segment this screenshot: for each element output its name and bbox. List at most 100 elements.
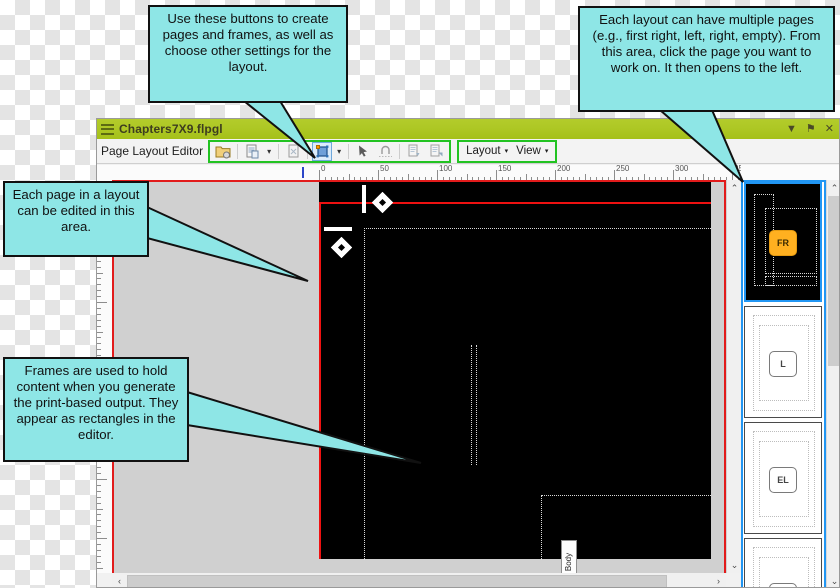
ruler-tick <box>97 331 103 333</box>
ruler-tick <box>97 296 101 298</box>
ruler-tick-label: 200 <box>557 165 571 173</box>
page-layout-editor-window: Chapters7X9.flpgl ▼ ⚑ ✕ Page Layout Edit… <box>96 118 840 588</box>
toolbar-separator <box>348 143 350 159</box>
window-title-bar: Chapters7X9.flpgl ▼ ⚑ ✕ <box>97 119 839 139</box>
callout-frames: Frames are used to hold content when you… <box>3 357 189 462</box>
callout-toolbar: Use these buttons to create pages and fr… <box>148 5 348 103</box>
toolbar-separator <box>278 143 280 159</box>
page-layout-editor-label: Page Layout Editor <box>101 144 204 158</box>
editor-toolbar: Page Layout Editor ▾ ▾ Layout ▾ View ▾ <box>97 139 839 164</box>
thumb-scroll-up-arrow[interactable]: ⌃ <box>827 180 839 196</box>
select-tool-button[interactable] <box>353 142 373 161</box>
new-frame-button[interactable] <box>312 141 333 161</box>
frame-guide-top <box>364 228 711 229</box>
new-frame-dropdown-caret[interactable]: ▾ <box>333 142 345 161</box>
snap-to-guides-button[interactable] <box>375 142 395 161</box>
frame-guide-left <box>364 228 365 559</box>
ruler-tick <box>97 561 101 563</box>
page-margin-left <box>319 202 321 559</box>
ruler-tick <box>97 473 101 475</box>
thumbnail-vertical-scrollbar[interactable]: ⌃ ⌄ <box>826 180 839 587</box>
ruler-tick <box>97 520 101 522</box>
thumb-scroll-down-arrow[interactable]: ⌄ <box>827 573 839 587</box>
menu-layout[interactable]: Layout ▾ <box>462 143 512 159</box>
frame-guide-right <box>541 495 542 559</box>
editor-horizontal-scroll-thumb[interactable] <box>127 574 667 587</box>
ruler-tick <box>97 284 101 286</box>
ruler-tick <box>97 532 101 534</box>
page-badge-l: L <box>769 351 797 377</box>
pin-icon[interactable]: ⚑ <box>806 123 816 135</box>
guide-handle-left[interactable] <box>330 236 353 259</box>
new-page-dropdown-caret[interactable]: ▾ <box>263 142 275 161</box>
guide-bar-horizontal[interactable] <box>324 227 352 231</box>
scroll-up-arrow[interactable]: ⌃ <box>727 180 742 196</box>
scroll-left-arrow[interactable]: ‹ <box>112 573 127 587</box>
toolbar-separator <box>237 143 239 159</box>
ruler-tick-label: 50 <box>380 165 389 173</box>
toolbar-button-group: ▾ ▾ <box>208 139 452 163</box>
thumbnail-panel-ruler <box>741 165 839 181</box>
ruler-tick <box>97 349 101 351</box>
ruler-tick <box>97 319 101 321</box>
editor-horizontal-scrollbar[interactable]: ‹ › <box>112 573 726 587</box>
ruler-tick <box>97 325 101 327</box>
page-thumbnail-l[interactable]: L <box>744 306 822 418</box>
page-editor-pane[interactable]: Body <box>112 180 726 573</box>
ruler-tick <box>97 508 103 510</box>
open-folder-button[interactable] <box>213 142 233 161</box>
chevron-down-icon: ▾ <box>544 148 549 155</box>
page-properties-button[interactable] <box>283 142 303 161</box>
ruler-tick <box>97 555 101 557</box>
page-thumbnail-el[interactable]: EL <box>744 422 822 534</box>
window-title-buttons: ▼ ⚑ ✕ <box>786 123 839 135</box>
menu-view[interactable]: View ▾ <box>512 143 552 159</box>
ruler-tick <box>97 490 101 492</box>
page-canvas[interactable] <box>319 180 711 559</box>
page-thumbnail-panel[interactable]: FR L EL ⌃ ⌄ <box>741 180 839 587</box>
ruler-tick <box>97 278 101 280</box>
frame-guide-bottom <box>541 495 711 496</box>
hamburger-icon[interactable] <box>101 123 114 135</box>
ruler-tick <box>97 290 101 292</box>
ruler-tick <box>97 266 101 268</box>
send-forward-button[interactable] <box>426 142 446 161</box>
new-page-button[interactable] <box>242 142 262 161</box>
page-badge-next <box>769 583 797 587</box>
callout-editor-area: Each page in a layout can be edited in t… <box>3 181 149 257</box>
window-menu-dropdown-icon[interactable]: ▼ <box>786 123 797 135</box>
send-backward-button[interactable] <box>404 142 424 161</box>
ruler-tick-label: 0 <box>321 165 326 173</box>
ruler-tick <box>97 484 101 486</box>
thumbnail-vertical-scroll-thumb[interactable] <box>828 196 839 366</box>
page-thumbnail-next[interactable] <box>744 538 822 587</box>
body-frame-label[interactable]: Body <box>561 540 577 573</box>
guide-bar-vertical[interactable] <box>362 185 366 213</box>
scroll-right-arrow[interactable]: › <box>711 573 726 587</box>
body-frame-label-text: Body <box>564 552 574 572</box>
editor-vertical-scrollbar[interactable]: ⌃ ⌄ <box>726 180 742 573</box>
page-badge-fr: FR <box>769 230 797 256</box>
thumb-frame-footer <box>765 276 817 286</box>
toolbar-separator <box>399 143 401 159</box>
ruler-tick <box>97 514 101 516</box>
ruler-tick <box>97 467 101 469</box>
ruler-tick <box>97 355 101 357</box>
horizontal-ruler[interactable]: 050100150200250300350400 <box>97 165 839 181</box>
page-badge-el: EL <box>769 467 797 493</box>
ruler-tick <box>97 502 101 504</box>
menu-layout-label: Layout <box>466 145 501 157</box>
ruler-tick <box>97 302 107 303</box>
body-frame-rect[interactable] <box>471 345 477 465</box>
close-icon[interactable]: ✕ <box>825 123 834 135</box>
toolbar-menu-group: Layout ▾ View ▾ <box>457 139 558 163</box>
ruler-tick <box>97 307 101 309</box>
guide-handle-top[interactable] <box>371 191 394 214</box>
scroll-down-arrow[interactable]: ⌄ <box>727 557 742 573</box>
editor-content-area: 050100150200250300350400 <box>97 165 839 587</box>
ruler-tick <box>97 272 103 274</box>
page-thumbnail-fr[interactable]: FR <box>744 182 822 302</box>
ruler-tick <box>97 260 101 262</box>
ruler-tick <box>97 479 107 480</box>
window-title: Chapters7X9.flpgl <box>119 122 223 136</box>
